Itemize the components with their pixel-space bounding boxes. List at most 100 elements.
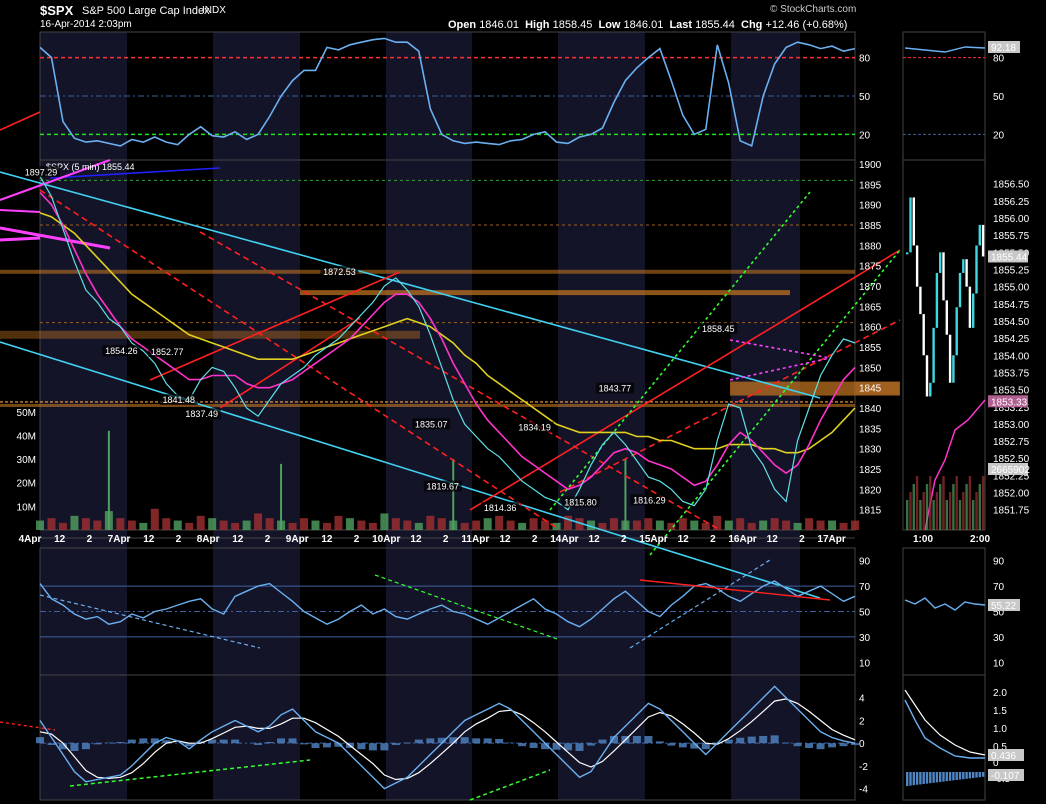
x-tick-21: 15Apr — [639, 534, 667, 545]
data-label-10: 1815.80 — [564, 497, 597, 507]
macd-hist-28 — [357, 743, 366, 750]
volume-bar-39 — [483, 518, 492, 530]
x-tick-24: 16Apr — [728, 534, 756, 545]
data-label-12: 1816.29 — [633, 495, 666, 505]
mini-price-tick-14: 1853.00 — [993, 420, 1030, 431]
macd-hist-32 — [403, 742, 412, 744]
rsi-top-mini-tick-2: 20 — [993, 130, 1005, 141]
data-label-2: 1852.77 — [151, 347, 184, 357]
mini-macd-hist-5 — [922, 772, 925, 784]
mini-candle-3 — [915, 245, 919, 287]
volume-bar-18 — [242, 520, 251, 530]
volume-bar-4 — [81, 518, 90, 530]
mini-ma-value: 1853.33 — [991, 397, 1028, 408]
data-label-0: 1897.29 — [25, 167, 58, 177]
price-tick-12: 1840 — [859, 404, 882, 415]
volume-bar-25 — [322, 522, 331, 530]
volume-bar-42 — [518, 522, 527, 530]
volume-bar-38 — [472, 520, 481, 530]
mini-price-tick-8: 1854.50 — [993, 317, 1030, 328]
macd-tick-3: -2 — [859, 762, 868, 773]
mini-macd-value-a: 0.436 — [991, 751, 1016, 762]
macd-mini-tick-0: 2.0 — [993, 688, 1007, 699]
macd-hist-17 — [231, 739, 240, 744]
macd-hist-21 — [277, 738, 286, 744]
stock-chart[interactable]: 80 8050 5020 2092.1850M40M30M20M10M$SPX (5 … — [0, 0, 1046, 804]
mini-candle-16 — [958, 272, 962, 308]
mini-candle-19 — [968, 286, 972, 328]
volume-bar-9 — [139, 522, 148, 530]
mini-macd-hist-17 — [962, 772, 965, 780]
volume-bar-30 — [380, 513, 389, 530]
mini-candle-11 — [942, 252, 945, 301]
macd-hist-47 — [575, 743, 584, 751]
volume-bar-61 — [736, 518, 745, 530]
x-tick-17: 2 — [532, 534, 538, 545]
macd-hist-54 — [655, 741, 664, 744]
macd-hist-33 — [414, 739, 423, 744]
volume-bar-28 — [357, 520, 366, 530]
data-label-9: 1834.19 — [518, 423, 551, 433]
x-tick-23: 2 — [710, 534, 716, 545]
x-tick-9: 9Apr — [286, 534, 309, 545]
macd-tick-1: 2 — [859, 716, 865, 727]
macd-mini-tick-2: 1.0 — [993, 724, 1007, 735]
volume-bar-19 — [254, 513, 263, 530]
macd-hist-31 — [391, 743, 400, 745]
x-tick-15: 11Apr — [461, 534, 489, 545]
x-tick-25: 12 — [767, 534, 779, 545]
volume-bar-67 — [805, 518, 814, 530]
macd-hist-55 — [667, 743, 676, 746]
mini-price-tick-1: 1856.25 — [993, 197, 1030, 208]
mini-volume-2 — [912, 484, 915, 530]
macd-hist-70 — [839, 743, 848, 747]
volume-bar-64 — [770, 518, 779, 530]
mini-candle-18 — [965, 259, 968, 287]
mini-volume-15 — [955, 476, 958, 530]
mini-volume-6 — [925, 484, 929, 530]
macd-trend-green-2 — [469, 769, 551, 801]
price-tick-5: 1875 — [859, 262, 882, 273]
session-shade-1 — [213, 32, 300, 800]
volume-bar-71 — [851, 520, 859, 530]
mini-candle-1 — [909, 197, 912, 253]
macd-hist-19 — [254, 743, 263, 745]
price-tick-16: 1820 — [859, 485, 882, 496]
macd-hist-69 — [828, 743, 837, 748]
volume-bar-69 — [828, 520, 837, 530]
volume-bar-70 — [839, 522, 848, 530]
x-tick-1: 12 — [54, 534, 66, 545]
data-label-4: 1837.49 — [185, 409, 218, 419]
x-tick-13: 12 — [410, 534, 422, 545]
x-tick-7: 12 — [232, 534, 244, 545]
x-tick-14: 2 — [443, 534, 449, 545]
mini-macd-hist-21 — [975, 772, 978, 778]
price-tick-8: 1860 — [859, 323, 882, 334]
volume-bar-62 — [747, 522, 756, 530]
macd-tick-4: -4 — [859, 785, 868, 796]
macd-hist-49 — [598, 739, 607, 744]
mini-candle-22 — [978, 224, 981, 246]
macd-hist-38 — [472, 738, 481, 744]
volume-bar-31 — [391, 518, 400, 530]
volume-bar-53 — [644, 518, 653, 530]
session-shade-4 — [731, 32, 800, 800]
mid-label: 1845 — [859, 384, 882, 395]
mini-candle-0 — [906, 252, 909, 255]
data-label-13: 1858.45 — [702, 324, 735, 334]
volume-bar-27 — [345, 518, 354, 530]
macd-hist-41 — [506, 742, 515, 744]
macd-hist-53 — [644, 735, 653, 744]
resistance-band-4 — [0, 403, 855, 407]
x-tick-0: 4Apr — [19, 534, 42, 545]
mini-price-tick-3: 1855.75 — [993, 231, 1030, 242]
resistance-band-1 — [0, 269, 855, 274]
volume-bar-50 — [609, 518, 618, 530]
volume-bar-54 — [655, 520, 664, 530]
x-tick-27: 17Apr — [817, 534, 845, 545]
mini-frame-rsi-mid — [902, 547, 986, 676]
session-shade-2 — [386, 32, 472, 800]
volume-bar-12 — [173, 520, 182, 530]
mini-candle-20 — [972, 293, 975, 328]
macd-hist-52 — [632, 735, 641, 744]
